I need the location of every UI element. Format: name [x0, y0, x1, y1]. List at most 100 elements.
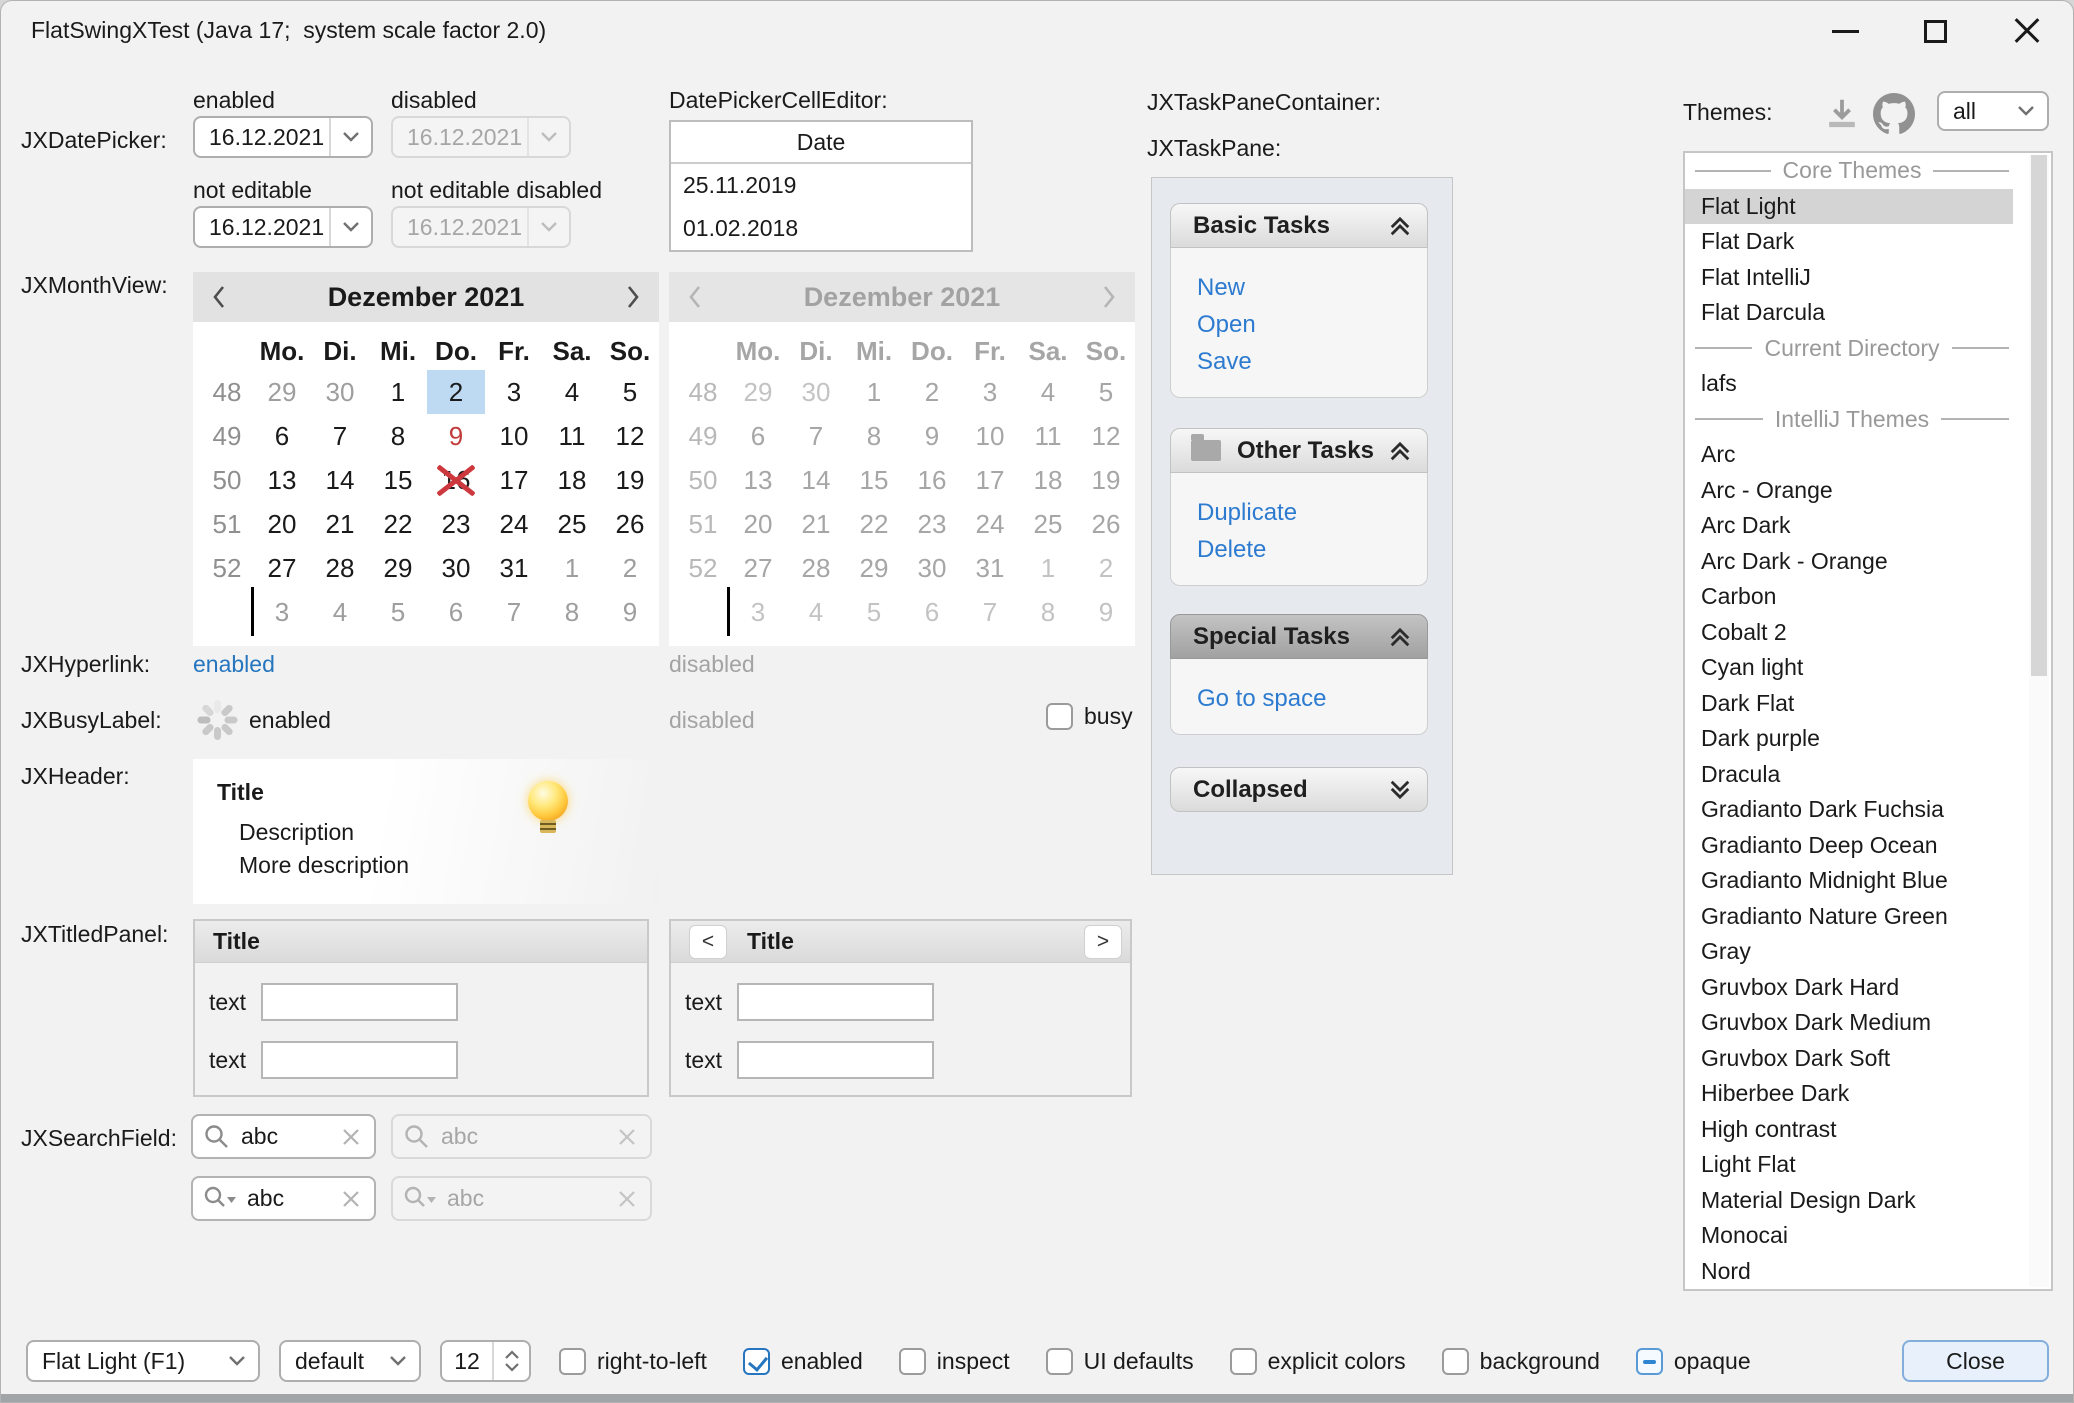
theme-list-item[interactable]: Gray	[1685, 934, 2013, 970]
calendar-day[interactable]: 16	[427, 458, 485, 502]
next-button[interactable]: >	[1084, 925, 1122, 959]
calendar-day[interactable]: 20	[253, 502, 311, 546]
calendar-day[interactable]: 2	[601, 546, 659, 590]
calendar-day[interactable]: 5	[369, 590, 427, 634]
checkbox-box[interactable]	[559, 1348, 586, 1375]
datepicker-combobox[interactable]: 16.12.2021	[193, 206, 373, 248]
monthview-enabled[interactable]: Dezember 2021Mo.Di.Mi.Do.Fr.Sa.So.482930…	[193, 272, 659, 646]
taskpane-action-link[interactable]: New	[1197, 269, 1427, 306]
calendar-day[interactable]: 27	[253, 546, 311, 590]
option-checkbox-background[interactable]: background	[1442, 1348, 1600, 1375]
close-window-button[interactable]	[1995, 3, 2059, 59]
theme-list-item[interactable]: Gradianto Deep Ocean	[1685, 828, 2013, 864]
collapse-double-chevron-icon[interactable]	[1387, 624, 1413, 650]
taskpane-action-link[interactable]: Duplicate	[1197, 494, 1427, 531]
calendar-day[interactable]: 9	[601, 590, 659, 634]
theme-list-item[interactable]: Dracula	[1685, 757, 2013, 793]
calendar-day[interactable]: 11	[543, 414, 601, 458]
calendar-day[interactable]: 4	[311, 590, 369, 634]
calendar-day[interactable]: 31	[485, 546, 543, 590]
calendar-day[interactable]: 2	[427, 370, 485, 414]
prev-button[interactable]: <	[689, 925, 727, 959]
titled-panel-input[interactable]	[261, 983, 458, 1021]
theme-list-item[interactable]: Arc Dark	[1685, 508, 2013, 544]
calendar-day[interactable]: 9	[427, 414, 485, 458]
datepicker-cell-editor-table[interactable]: Date 25.11.201901.02.2018	[669, 120, 973, 252]
checkbox-box[interactable]	[1230, 1348, 1257, 1375]
theme-list-item[interactable]: High contrast	[1685, 1112, 2013, 1148]
calendar-day[interactable]: 6	[253, 414, 311, 458]
theme-list-item[interactable]: Cyan light	[1685, 650, 2013, 686]
calendar-day[interactable]: 30	[311, 370, 369, 414]
search-input[interactable]: abc	[241, 1123, 330, 1150]
taskpane-header[interactable]: Basic Tasks	[1170, 203, 1428, 248]
titled-panel-input[interactable]	[737, 983, 934, 1021]
chevron-down-icon[interactable]	[329, 208, 371, 246]
calendar-day[interactable]: 4	[543, 370, 601, 414]
calendar-day[interactable]: 8	[543, 590, 601, 634]
calendar-day[interactable]: 3	[485, 370, 543, 414]
option-checkbox-right-to-left[interactable]: right-to-left	[559, 1348, 707, 1375]
calendar-day[interactable]: 23	[427, 502, 485, 546]
theme-list-item[interactable]: Cobalt 2	[1685, 615, 2013, 651]
search-field[interactable]: abc	[191, 1176, 376, 1221]
calendar-day[interactable]: 19	[601, 458, 659, 502]
calendar-day[interactable]: 15	[369, 458, 427, 502]
theme-list-item[interactable]: Arc Dark - Orange	[1685, 544, 2013, 580]
calendar-day[interactable]: 18	[543, 458, 601, 502]
titled-panel-input[interactable]	[737, 1041, 934, 1079]
calendar-day[interactable]: 24	[485, 502, 543, 546]
titled-panel-input[interactable]	[261, 1041, 458, 1079]
option-checkbox-explicit-colors[interactable]: explicit colors	[1230, 1348, 1406, 1375]
taskpane-action-link[interactable]: Save	[1197, 343, 1427, 380]
theme-list-item[interactable]: Gruvbox Dark Hard	[1685, 970, 2013, 1006]
taskpane-header[interactable]: Collapsed	[1170, 767, 1428, 812]
theme-list-item[interactable]: Gradianto Nature Green	[1685, 899, 2013, 935]
checkbox-box[interactable]	[743, 1348, 770, 1375]
calendar-day[interactable]: 6	[427, 590, 485, 634]
search-input[interactable]: abc	[247, 1185, 330, 1212]
calendar-day[interactable]: 28	[311, 546, 369, 590]
theme-list-item[interactable]: Material Design Dark	[1685, 1183, 2013, 1219]
calendar-day[interactable]: 30	[427, 546, 485, 590]
checkbox-box[interactable]	[1442, 1348, 1469, 1375]
calendar-day[interactable]: 26	[601, 502, 659, 546]
theme-list-item[interactable]: Nord	[1685, 1254, 2013, 1290]
taskpane-action-link[interactable]: Delete	[1197, 531, 1427, 568]
minimize-button[interactable]	[1813, 3, 1877, 59]
calendar-day[interactable]: 25	[543, 502, 601, 546]
checkbox-box[interactable]	[1046, 703, 1073, 730]
option-checkbox-enabled[interactable]: enabled	[743, 1348, 863, 1375]
taskpane-header[interactable]: Special Tasks	[1170, 614, 1428, 659]
theme-list-item[interactable]: Monocai	[1685, 1218, 2013, 1254]
calendar-day[interactable]: 7	[485, 590, 543, 634]
theme-list-item[interactable]: Flat Dark	[1685, 224, 2013, 260]
calendar-day[interactable]: 8	[369, 414, 427, 458]
table-row[interactable]: 01.02.2018	[671, 207, 971, 250]
calendar-day[interactable]: 13	[253, 458, 311, 502]
hyperlink-enabled[interactable]: enabled	[193, 651, 275, 678]
calendar-day[interactable]: 29	[253, 370, 311, 414]
collapse-double-chevron-icon[interactable]	[1387, 438, 1413, 464]
maximize-button[interactable]	[1903, 3, 1967, 59]
calendar-day[interactable]: 10	[485, 414, 543, 458]
laf-combobox[interactable]: Flat Light (F1)	[26, 1340, 260, 1382]
spinner-up-icon[interactable]	[504, 1350, 520, 1361]
clear-icon[interactable]	[340, 1126, 362, 1148]
search-field[interactable]: abc	[191, 1114, 376, 1159]
checkbox-box[interactable]	[899, 1348, 926, 1375]
theme-list-item[interactable]: Dark purple	[1685, 721, 2013, 757]
checkbox-box[interactable]	[1636, 1348, 1663, 1375]
calendar-day[interactable]: 7	[311, 414, 369, 458]
themes-scrollbar[interactable]	[2029, 155, 2049, 1287]
theme-list-item[interactable]: Arc - Orange	[1685, 473, 2013, 509]
calendar-day[interactable]: 1	[543, 546, 601, 590]
theme-list-item[interactable]: Gruvbox Dark Medium	[1685, 1005, 2013, 1041]
download-themes-button[interactable]	[1823, 95, 1861, 133]
calendar-day[interactable]: 17	[485, 458, 543, 502]
font-size-spinner[interactable]: 12	[440, 1340, 531, 1382]
theme-list-item[interactable]: Light Flat	[1685, 1147, 2013, 1183]
collapse-double-chevron-icon[interactable]	[1387, 213, 1413, 239]
calendar-day[interactable]: 14	[311, 458, 369, 502]
search-with-menu-icon[interactable]	[203, 1185, 237, 1213]
